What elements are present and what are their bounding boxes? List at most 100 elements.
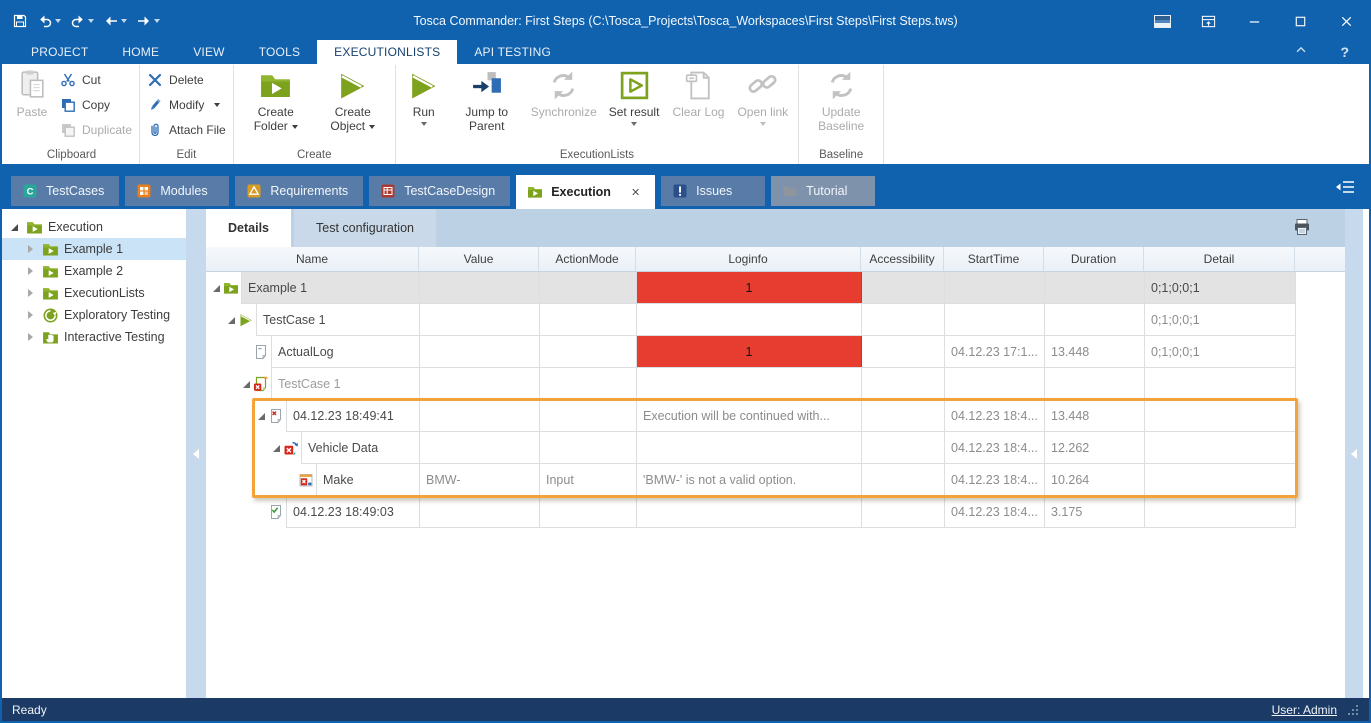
duplicate-button[interactable]: Duplicate (60, 122, 132, 138)
save-button[interactable] (12, 13, 28, 29)
dropdown-caret-icon[interactable] (760, 122, 766, 126)
perspective-tab-testcases[interactable]: CTestCases (11, 176, 119, 206)
redo-button[interactable] (70, 13, 94, 29)
tree-item-interactive-testing[interactable]: Interactive Testing (2, 326, 186, 348)
tree-item-execution[interactable]: Execution (2, 216, 186, 238)
cut-button[interactable]: Cut (60, 72, 132, 88)
table-row-actuallog[interactable]: ActualLog104.12.23 17:1...13.4480;1;0;0;… (206, 336, 1295, 368)
column-header-accessibility[interactable]: Accessibility (861, 247, 944, 271)
open-link-button[interactable]: Open link (734, 65, 791, 126)
resize-grip[interactable] (1347, 704, 1359, 716)
tree-expander-closed-icon[interactable] (24, 267, 37, 275)
cell-actionmode (540, 432, 637, 463)
tree-expander-closed-icon[interactable] (24, 245, 37, 253)
perspective-tab-modules[interactable]: Modules (125, 176, 229, 206)
perspective-tab-issues[interactable]: Issues (661, 176, 765, 206)
table-row-testcase-1[interactable]: TestCase 1 (206, 368, 1295, 400)
left-splitter[interactable] (186, 209, 206, 698)
synchronize-button[interactable]: Synchronize (529, 65, 599, 119)
forward-button[interactable] (136, 13, 160, 29)
column-header-starttime[interactable]: StartTime (944, 247, 1044, 271)
row-name-label: Example 1 (248, 281, 307, 295)
tree-item-example-2[interactable]: Example 2 (2, 260, 186, 282)
create-object-button[interactable]: Create Object (318, 65, 388, 133)
set-result-button[interactable]: Set result (606, 65, 663, 126)
run-button[interactable]: Run (403, 65, 445, 126)
menu-tab-view[interactable]: VIEW (176, 40, 241, 64)
clear-log-button[interactable]: Clear Log (669, 65, 727, 119)
column-header-detail[interactable]: Detail (1144, 247, 1295, 271)
modify-button[interactable]: Modify (147, 97, 226, 113)
delete-button[interactable]: Delete (147, 72, 226, 88)
row-expander-open-icon[interactable] (224, 317, 238, 324)
redo-dropdown-caret[interactable] (88, 19, 94, 23)
undo-dropdown-caret[interactable] (55, 19, 61, 23)
column-header-actionmode[interactable]: ActionMode (539, 247, 636, 271)
table-row-make[interactable]: MakeBMW-Input'BMW-' is not a valid optio… (206, 464, 1295, 496)
table-row-04-12-23-18-49-41[interactable]: 04.12.23 18:49:41Execution will be conti… (206, 400, 1295, 432)
menu-tab-project[interactable]: PROJECT (14, 40, 105, 64)
close-tab-icon[interactable]: ✕ (631, 186, 640, 199)
tree-expander-closed-icon[interactable] (24, 333, 37, 341)
collapse-left-panel-icon[interactable] (193, 449, 199, 459)
table-row-example-1[interactable]: Example 110;1;0;0;1 (206, 272, 1295, 304)
tree-item-executionlists[interactable]: ExecutionLists (2, 282, 186, 304)
column-header-duration[interactable]: Duration (1044, 247, 1144, 271)
print-button[interactable] (1293, 218, 1311, 236)
table-row-04-12-23-18-49-03[interactable]: 04.12.23 18:49:0304.12.23 18:4...3.175 (206, 496, 1295, 528)
redo-icon (70, 13, 86, 29)
row-expander-open-icon[interactable] (239, 381, 253, 388)
back-dropdown-caret[interactable] (121, 19, 127, 23)
table-row-vehicle-data[interactable]: Vehicle Data04.12.23 18:4...12.262 (206, 432, 1295, 464)
tab-label: Modules (160, 184, 207, 198)
row-expander-open-icon[interactable] (269, 445, 283, 452)
menu-tab-home[interactable]: HOME (105, 40, 176, 64)
column-header-value[interactable]: Value (419, 247, 539, 271)
details-tab-details[interactable]: Details (206, 209, 291, 247)
ribbon-display-button[interactable] (1185, 2, 1231, 40)
dropdown-caret-icon[interactable] (292, 125, 298, 129)
right-splitter[interactable] (1345, 209, 1363, 698)
dropdown-caret-icon[interactable] (369, 125, 375, 129)
perspective-menu-button[interactable] (1321, 180, 1369, 209)
column-header-name[interactable]: Name (206, 247, 419, 271)
close-button[interactable] (1323, 2, 1369, 40)
dropdown-caret-icon[interactable] (631, 122, 637, 126)
user-link[interactable]: User: Admin (1272, 703, 1337, 717)
help-button[interactable]: ? (1340, 44, 1349, 60)
maximize-button[interactable] (1277, 2, 1323, 40)
perspective-tab-tutorial[interactable]: Tutorial (771, 176, 875, 206)
attach-file-button[interactable]: Attach File (147, 122, 226, 138)
update-baseline-button[interactable]: Update Baseline (806, 65, 876, 133)
theme-button[interactable] (1139, 2, 1185, 40)
tree-expander-closed-icon[interactable] (24, 311, 37, 319)
perspective-tab-execution[interactable]: Execution✕ (516, 175, 655, 209)
dropdown-caret-icon[interactable] (214, 103, 220, 107)
column-header-loginfo[interactable]: Loginfo (636, 247, 861, 271)
menu-tab-tools[interactable]: TOOLS (242, 40, 317, 64)
dropdown-caret-icon[interactable] (421, 122, 427, 126)
undo-button[interactable] (37, 13, 61, 29)
create-folder-button[interactable]: Create Folder (241, 65, 311, 133)
perspective-tab-requirements[interactable]: Requirements (235, 176, 363, 206)
paste-button[interactable]: Paste (11, 65, 53, 119)
jump-to-parent-button[interactable]: Jump to Parent (452, 65, 522, 133)
minimize-button[interactable] (1231, 2, 1277, 40)
collapse-ribbon-button[interactable] (1294, 43, 1308, 62)
row-expander-open-icon[interactable] (209, 285, 223, 292)
menu-tab-executionlists[interactable]: EXECUTIONLISTS (317, 40, 457, 64)
tree-item-exploratory-testing[interactable]: Exploratory Testing (2, 304, 186, 326)
forward-dropdown-caret[interactable] (154, 19, 160, 23)
details-tab-test-configuration[interactable]: Test configuration (294, 209, 436, 247)
menu-tab-api-testing[interactable]: API TESTING (457, 40, 568, 64)
table-row-testcase-1[interactable]: TestCase 10;1;0;0;1 (206, 304, 1295, 336)
tree-item-example-1[interactable]: Example 1 (2, 238, 186, 260)
tree-expander-open-icon[interactable] (8, 224, 21, 231)
tree-expander-closed-icon[interactable] (24, 289, 37, 297)
collapse-right-panel-icon[interactable] (1351, 449, 1357, 459)
row-name-label: 04.12.23 18:49:03 (293, 505, 394, 519)
perspective-tab-testcasedesign[interactable]: TestCaseDesign (369, 176, 510, 206)
copy-button[interactable]: Copy (60, 97, 132, 113)
row-expander-open-icon[interactable] (254, 413, 268, 420)
back-button[interactable] (103, 13, 127, 29)
